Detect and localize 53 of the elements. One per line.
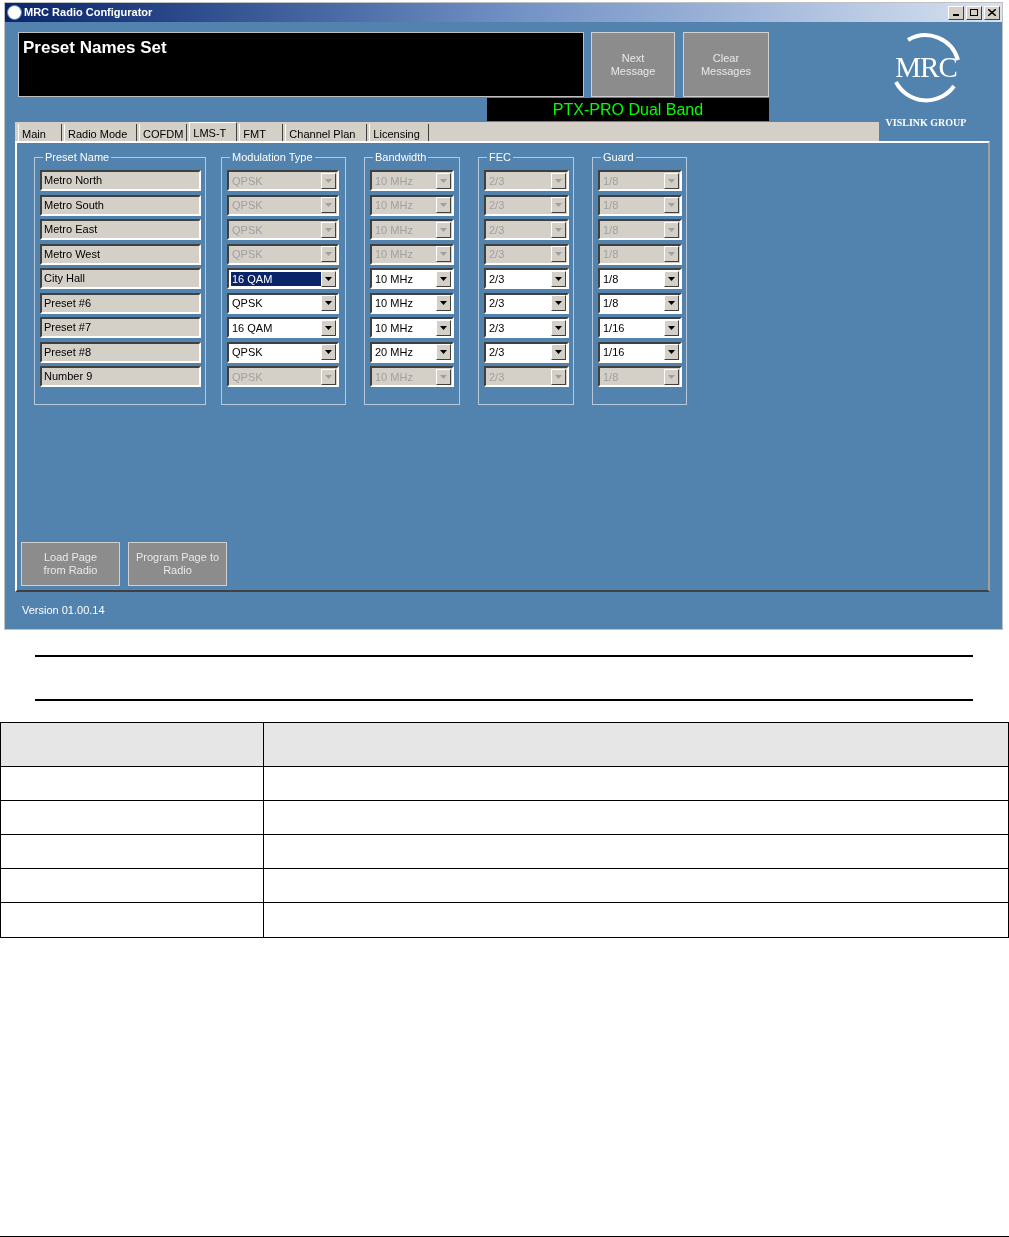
tab[interactable]: COFDM — [139, 124, 188, 141]
dropdown[interactable]: QPSK — [227, 341, 339, 363]
dropdown[interactable]: 1/8 — [598, 268, 682, 289]
dropdown[interactable]: 16 QAM — [227, 268, 339, 289]
preset-name-field[interactable]: Preset #7 — [40, 317, 201, 338]
group-title: FEC — [487, 150, 513, 164]
preset-name: Metro East — [44, 222, 98, 238]
dropdown[interactable]: 10 MHz — [370, 268, 454, 289]
preset-name: Number 9 — [44, 369, 93, 385]
logo-mark: MRC — [895, 50, 957, 86]
dropdown[interactable]: 1/16 — [598, 317, 682, 338]
window-title: MRC Radio Configurator — [24, 5, 153, 21]
group-title: Guard — [601, 150, 636, 164]
tab[interactable]: LMS-T — [189, 122, 238, 141]
dropdown[interactable]: 10 MHz — [370, 317, 454, 338]
dropdown[interactable]: 2/3 — [484, 292, 569, 314]
dropdown[interactable]: 16 QAM — [227, 317, 339, 338]
preset-name: Preset #6 — [44, 295, 92, 311]
dropdown[interactable]: 2/3 — [484, 341, 569, 363]
dropdown[interactable]: 10 MHz — [370, 292, 454, 314]
preset-name: Metro North — [44, 173, 103, 189]
group-title: Modulation Type — [230, 150, 315, 164]
maximize-button[interactable] — [966, 5, 982, 20]
group-title: Preset Name — [43, 150, 112, 164]
dropdown[interactable]: 20 MHz — [370, 341, 454, 363]
message-text: Preset Names Set — [23, 38, 167, 57]
version-label: Version 01.00.14 — [22, 603, 106, 618]
close-icon — [988, 9, 996, 16]
tab[interactable]: Radio Mode — [64, 124, 137, 141]
preset-name: Preset #8 — [44, 344, 92, 360]
group-title: Bandwidth — [373, 150, 429, 164]
dropdown[interactable]: QPSK — [227, 292, 339, 314]
dropdown[interactable]: 2/3 — [484, 268, 569, 289]
tab[interactable]: Main — [18, 124, 62, 141]
preset-name-field[interactable]: Preset #8 — [40, 341, 201, 363]
preset-name: City Hall — [44, 271, 85, 287]
tab[interactable]: Licensing — [369, 124, 430, 141]
tab[interactable]: Channel Plan — [285, 124, 368, 141]
preset-name-field[interactable]: City Hall — [40, 268, 201, 289]
close-button[interactable] — [984, 5, 1000, 20]
logo-tagline: VISLINK GROUP — [885, 116, 967, 130]
maximize-icon — [970, 9, 978, 16]
app-icon — [7, 5, 22, 20]
device-name: PTX-PRO Dual Band — [552, 99, 704, 120]
preset-name: Metro South — [44, 197, 104, 213]
preset-name-field[interactable]: Preset #6 — [40, 292, 201, 314]
preset-name: Metro West — [44, 246, 101, 262]
dropdown[interactable]: 1/16 — [598, 341, 682, 363]
dropdown[interactable]: 2/3 — [484, 317, 569, 338]
dropdown[interactable]: 1/8 — [598, 292, 682, 314]
minimize-button[interactable] — [948, 5, 964, 20]
tab[interactable]: FMT — [239, 124, 284, 141]
preset-name: Preset #7 — [44, 320, 92, 336]
